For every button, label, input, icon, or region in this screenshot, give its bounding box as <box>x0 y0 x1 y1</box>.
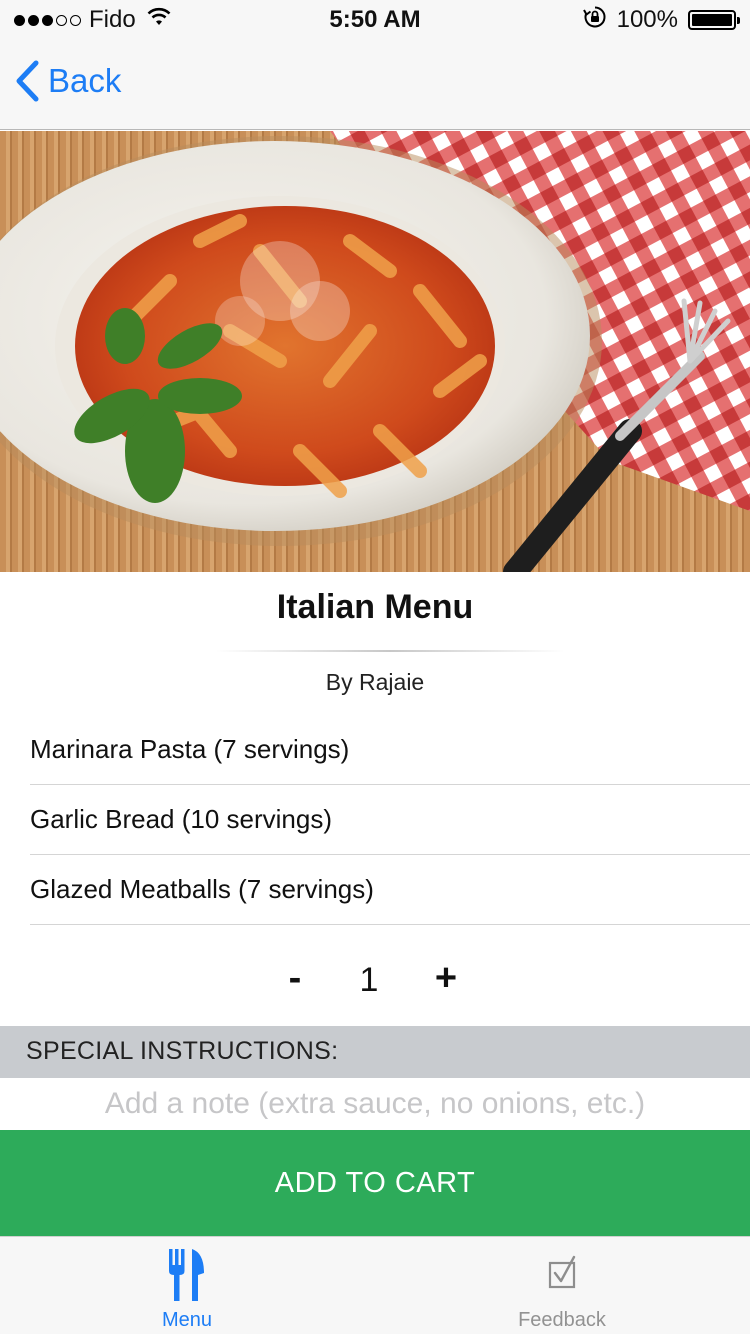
increment-button[interactable]: + <box>428 957 464 1007</box>
back-label: Back <box>48 62 122 99</box>
tab-bar: Menu Feedback <box>0 1236 750 1334</box>
list-item: Garlic Bread (10 servings) <box>30 785 750 855</box>
special-instructions-input[interactable] <box>0 1078 750 1130</box>
special-instructions-header: SPECIAL INSTRUCTIONS: <box>0 1026 750 1078</box>
back-button[interactable]: Back <box>14 60 121 102</box>
tab-menu[interactable]: Menu <box>87 1237 287 1334</box>
add-to-cart-button[interactable]: ADD TO CART <box>0 1130 750 1236</box>
menu-title: Italian Menu <box>276 588 474 626</box>
list-item: Marinara Pasta (7 servings) <box>30 715 750 785</box>
tab-feedback-label: Feedback <box>518 1309 606 1331</box>
title-divider <box>215 650 565 652</box>
menu-items-list: Marinara Pasta (7 servings) Garlic Bread… <box>30 715 750 925</box>
navigation-bar: Back <box>0 40 750 130</box>
special-instructions-label: SPECIAL INSTRUCTIONS: <box>26 1037 339 1065</box>
chevron-left-icon <box>16 60 39 102</box>
battery-icon <box>688 10 740 30</box>
rotation-lock-icon <box>582 5 607 36</box>
quantity-stepper: - 1 + <box>0 955 750 1010</box>
checkbox-icon <box>462 1247 662 1303</box>
battery-percent: 100% <box>616 6 678 33</box>
status-bar: Fido 5:50 AM 100% <box>0 0 750 40</box>
hero-food-image <box>0 131 750 572</box>
tab-menu-label: Menu <box>161 1309 213 1331</box>
quantity-value: 1 <box>359 961 379 999</box>
decrement-button[interactable]: - <box>280 957 310 1007</box>
fork-knife-icon <box>87 1247 287 1303</box>
tab-feedback[interactable]: Feedback <box>462 1237 662 1334</box>
list-item: Glazed Meatballs (7 servings) <box>30 855 750 925</box>
menu-author: By Rajaie <box>325 669 425 695</box>
status-right: 100% <box>582 5 740 36</box>
